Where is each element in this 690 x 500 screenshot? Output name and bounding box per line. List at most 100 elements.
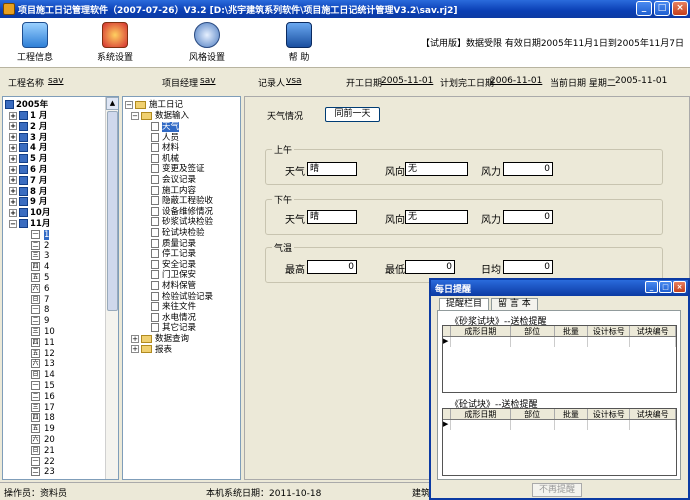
grid-column-header[interactable]: 批量 (555, 409, 589, 419)
tab-reminders[interactable]: 提醒栏目 (439, 298, 490, 310)
grid-cell[interactable] (555, 337, 589, 347)
grid-column-header[interactable]: 部位 (511, 326, 555, 336)
scroll-up-icon[interactable]: ▲ (106, 97, 118, 110)
day-node[interactable]: 四 18 (31, 413, 55, 424)
grid-cell[interactable] (451, 337, 511, 347)
day-node[interactable]: 三3 (31, 251, 49, 262)
diary-item[interactable]: 变更及签证 (151, 164, 205, 175)
system-settings-tool[interactable]: 系统设置 (80, 22, 150, 63)
morning-wind-dir-field[interactable]: 无 (405, 162, 468, 176)
expand-icon[interactable]: + (9, 111, 17, 120)
collapse-icon[interactable]: − (131, 111, 139, 120)
daily-reminder-window[interactable]: 每日提醒 _ □ × 提醒栏目 留 言 本 《砂浆试块》--送检提醒 成形日期部… (429, 278, 690, 500)
grid-cell[interactable] (630, 420, 676, 430)
collapse-icon[interactable]: − (125, 100, 133, 109)
month-node[interactable]: +2 月 (9, 121, 47, 133)
expand-icon[interactable]: + (9, 133, 17, 142)
diary-item[interactable]: 门卫保安 (151, 270, 196, 281)
day-node[interactable]: 日 14 (31, 370, 55, 381)
reminder-minimize-button[interactable]: _ (645, 281, 658, 293)
day-node[interactable]: 六 13 (31, 359, 55, 370)
diary-item[interactable]: 会议记录 (151, 175, 196, 186)
project-info-tool[interactable]: 工程信息 (0, 22, 70, 63)
expand-icon[interactable]: + (9, 165, 17, 174)
month-node[interactable]: −11月 (9, 219, 50, 230)
expand-icon[interactable]: + (9, 187, 17, 196)
calendar-tree[interactable]: 2005年 ▲ +1 月 +2 月 +3 月 +4 月 +5 月 +6 月 +7 月 +8 月… (2, 96, 119, 480)
grid-cell[interactable] (511, 337, 555, 347)
diary-group[interactable]: + 报表 (131, 345, 172, 356)
grid-cell[interactable] (588, 420, 631, 430)
grid-column-header[interactable]: 批量 (555, 326, 589, 336)
temp-high-field[interactable]: 0 (307, 260, 357, 274)
day-node[interactable]: 五 19 (31, 424, 55, 435)
expand-icon[interactable]: + (9, 197, 17, 206)
day-node[interactable]: 六 20 (31, 435, 55, 446)
month-node[interactable]: +6 月 (9, 165, 47, 176)
expand-icon[interactable]: + (9, 208, 17, 217)
afternoon-weather-field[interactable]: 晴 (307, 210, 357, 224)
diary-item[interactable]: 检验试验记录 (151, 291, 213, 303)
day-node[interactable]: 二2 (31, 240, 49, 252)
morning-weather-field[interactable]: 晴 (307, 162, 357, 176)
scroll-thumb[interactable] (107, 111, 118, 311)
diary-item[interactable]: 质量记录 (151, 238, 196, 250)
concrete-grid[interactable]: 成形日期 部位 批量 设计标号 试块编号 ▶ (442, 408, 677, 476)
day-node[interactable]: 日7 (31, 294, 49, 306)
stop-reminding-button[interactable]: 不再提醒 (532, 483, 582, 497)
style-settings-tool[interactable]: 风格设置 (172, 22, 242, 63)
tree-root[interactable]: − 施工日记 (125, 100, 183, 111)
help-tool[interactable]: 帮 助 (264, 22, 334, 63)
day-node[interactable]: 二9 (31, 316, 49, 327)
temp-low-field[interactable]: 0 (405, 260, 455, 274)
month-node[interactable]: +4 月 (9, 143, 47, 154)
diary-item[interactable]: 砼试块检验 (151, 228, 205, 239)
day-node[interactable]: 二 23 (31, 467, 55, 478)
grid-column-header[interactable]: 成形日期 (451, 409, 511, 419)
diary-item[interactable]: 天气 (151, 122, 180, 133)
diary-item[interactable]: 材料 (151, 143, 179, 154)
day-node[interactable]: 三 17 (31, 402, 55, 414)
collapse-icon[interactable]: − (9, 219, 17, 228)
day-node[interactable]: 四4 (31, 262, 49, 273)
day-node[interactable]: 四 11 (31, 337, 55, 349)
month-node[interactable]: +3 月 (9, 132, 47, 144)
month-node[interactable]: +1 月 (9, 111, 47, 122)
tree-group-input[interactable]: − 数据输入 (131, 111, 189, 122)
reminder-close-button[interactable]: × (673, 281, 686, 293)
diary-item[interactable]: 砂浆试块检验 (151, 217, 213, 228)
temp-avg-field[interactable]: 0 (503, 260, 553, 274)
diary-tree[interactable]: − 施工日记 − 数据输入 天气 人员 材料 机械 变更及签证 会议记录 施工内容 隐蔽工程验收设… (122, 96, 241, 480)
afternoon-wind-force-field[interactable]: 0 (503, 210, 553, 224)
day-node[interactable]: 一 22 (31, 456, 55, 468)
expand-icon[interactable]: + (9, 176, 17, 185)
grid-cell[interactable] (451, 420, 511, 430)
day-node[interactable]: 六6 (31, 283, 49, 295)
month-node[interactable]: +10月 (9, 208, 50, 219)
same-as-prev-button[interactable]: 同前一天 (325, 107, 380, 122)
diary-item[interactable]: 来往文件 (151, 302, 196, 313)
tab-message-board[interactable]: 留 言 本 (491, 298, 538, 310)
month-node[interactable]: +5 月 (9, 154, 47, 165)
grid-column-header[interactable]: 设计标号 (588, 409, 631, 419)
day-node[interactable]: 一8 (31, 305, 49, 316)
diary-item[interactable]: 施工内容 (151, 185, 196, 197)
minimize-button[interactable]: _ (636, 1, 652, 16)
day-node[interactable]: 二 16 (31, 391, 55, 403)
month-node[interactable]: +9 月 (9, 197, 47, 208)
calendar-scrollbar[interactable]: ▲ (105, 97, 118, 479)
close-button[interactable]: × (672, 1, 688, 16)
diary-item[interactable]: 人员 (151, 132, 179, 144)
day-node[interactable]: 一 15 (31, 381, 55, 392)
month-node[interactable]: +8 月 (9, 186, 47, 198)
day-node[interactable]: 五5 (31, 273, 49, 284)
grid-column-header[interactable]: 试块编号 (630, 326, 676, 336)
day-node[interactable]: 三 10 (31, 327, 55, 338)
maximize-button[interactable]: □ (654, 1, 670, 16)
grid-column-header[interactable]: 试块编号 (630, 409, 676, 419)
year-node[interactable]: 2005年 (5, 100, 48, 111)
diary-item[interactable]: 停工记录 (151, 249, 196, 260)
day-node[interactable]: 一1 (31, 229, 50, 241)
grid-cell[interactable] (588, 337, 631, 347)
expand-icon[interactable]: + (9, 122, 17, 131)
